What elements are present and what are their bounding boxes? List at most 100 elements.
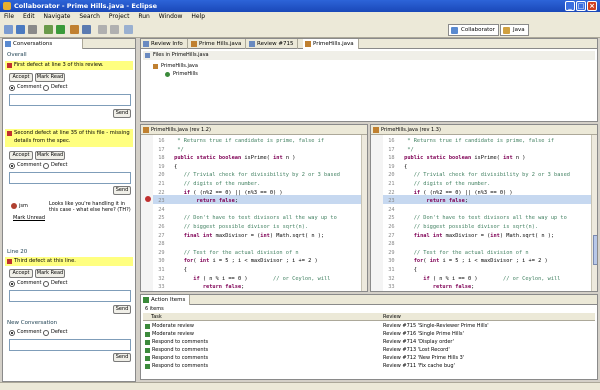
mark-read-button-2[interactable]: Mark Read [35, 151, 65, 160]
files-icon [145, 53, 150, 58]
defect-icon [7, 63, 12, 68]
chat-user: jsm [19, 203, 28, 209]
code-line: 17 */ [155, 146, 184, 153]
send-button-2[interactable]: Send [113, 186, 131, 195]
column-task[interactable]: Task [151, 313, 162, 321]
new-send-button[interactable]: Send [113, 353, 131, 362]
menu-help[interactable]: Help [191, 13, 205, 20]
new-package-icon[interactable] [70, 25, 79, 34]
new-comment-radio[interactable] [9, 330, 15, 336]
perspective-java[interactable]: Java [500, 24, 529, 36]
print-icon[interactable] [28, 25, 37, 34]
new-class-icon[interactable] [82, 25, 91, 34]
bottom-tabbar: Action Items [141, 295, 597, 305]
task-icon [145, 340, 150, 345]
comment-label-3: Comment [17, 280, 42, 286]
tab-review-715[interactable]: Review #715 [247, 39, 299, 49]
menu-file[interactable]: File [4, 13, 14, 20]
table-row[interactable]: Moderate review Review #715 'Single-Revie… [143, 323, 597, 330]
table-row[interactable]: Respond to comments Review #713 'Lost Rec… [143, 347, 597, 354]
comment-radio-3[interactable] [9, 281, 15, 287]
review-cell: Review #713 'Lost Record' [383, 347, 450, 353]
menu-navigate[interactable]: Navigate [44, 13, 71, 20]
old-scrollbar[interactable] [361, 135, 367, 291]
forward-icon[interactable] [110, 25, 119, 34]
code-line: 16 * Returns true if candidate is prime,… [385, 138, 555, 144]
tab-conversations[interactable]: Conversations [3, 39, 83, 49]
code-line: 17 */ [385, 146, 414, 153]
menu-window[interactable]: Window [159, 13, 183, 20]
reply-input-3[interactable] [9, 290, 131, 302]
task-icon [145, 332, 150, 337]
column-review[interactable]: Review [383, 313, 401, 321]
maximize-button[interactable]: □ [576, 1, 586, 11]
search-icon[interactable] [124, 25, 133, 34]
accept-button-2[interactable]: Accept [9, 151, 33, 160]
menu-search[interactable]: Search [79, 13, 100, 20]
mark-read-button-3[interactable]: Mark Read [35, 269, 65, 278]
table-row[interactable]: Respond to comments Review #711 'Fix cach… [143, 363, 597, 370]
title-bar: Collaborator - Prime Hills.java - Eclips… [0, 0, 600, 12]
mark-unread-link[interactable]: Mark Unread [13, 215, 45, 221]
run-icon[interactable] [56, 25, 65, 34]
compare-pane-old: PrimeHills.java (rev 1.2) 16 * Returns t… [140, 124, 368, 292]
code-line: 23 return false; [385, 198, 468, 205]
accept-button-1[interactable]: Accept [9, 73, 33, 82]
new-scrollbar[interactable] [591, 135, 597, 291]
close-button[interactable]: × [587, 1, 597, 11]
status-bar [0, 382, 600, 390]
new-defect-label: Defect [51, 329, 68, 335]
send-button-1[interactable]: Send [113, 109, 131, 118]
table-header: Task Review [143, 313, 595, 321]
tab-prime-hills[interactable]: Prime Hills.java [189, 39, 247, 49]
defect-radio-3[interactable] [43, 281, 49, 287]
code-line: 20 // Trivial check for divisibility by … [155, 172, 340, 179]
task-cell: Respond to comments [152, 339, 209, 345]
task-cell: Respond to comments [152, 363, 209, 369]
menu-run[interactable]: Run [138, 13, 150, 20]
comment-radio-1[interactable] [9, 85, 15, 91]
minimize-button[interactable]: _ [565, 1, 575, 11]
chat-message: Looks like you're handling it in this ca… [49, 201, 131, 213]
send-button-3[interactable]: Send [113, 305, 131, 314]
tab-review-info[interactable]: Review Info [141, 39, 188, 49]
scroll-thumb[interactable] [593, 235, 597, 265]
code-line: 24 [385, 206, 395, 213]
perspective-collaborator[interactable]: Collaborator [448, 24, 499, 36]
tab-action-items[interactable]: Action Items [141, 295, 191, 305]
save-icon[interactable] [16, 25, 25, 34]
menu-project[interactable]: Project [109, 13, 130, 20]
code-line: 18 public static boolean isPrime( int n … [155, 155, 296, 162]
task-icon [145, 364, 150, 369]
table-row[interactable]: Respond to comments Review #714 'Display … [143, 339, 597, 346]
old-code: 16 * Returns true if candidate is prime,… [155, 137, 340, 291]
conversations-icon [5, 41, 11, 47]
new-defect-radio[interactable] [43, 330, 49, 336]
defect-radio-2[interactable] [43, 163, 49, 169]
new-conversation-input[interactable] [9, 339, 131, 351]
defect-marker-icon[interactable] [145, 196, 151, 202]
new-conversation-heading: New Conversation [7, 320, 58, 326]
comment-radio-2[interactable] [9, 163, 15, 169]
mark-read-button-1[interactable]: Mark Read [35, 73, 65, 82]
collaborator-icon [451, 27, 458, 34]
menu-edit[interactable]: Edit [23, 13, 35, 20]
app-icon [3, 2, 11, 10]
debug-icon[interactable] [44, 25, 53, 34]
old-gutter [141, 135, 153, 291]
tree-item-class[interactable]: PrimeHills [165, 71, 198, 77]
new-icon[interactable] [4, 25, 13, 34]
back-icon[interactable] [98, 25, 107, 34]
review-icon [143, 41, 149, 47]
accept-button-3[interactable]: Accept [9, 269, 33, 278]
table-row[interactable]: Moderate review Review #716 'Single Prime… [143, 331, 597, 338]
reply-input-1[interactable] [9, 94, 131, 106]
reply-input-2[interactable] [9, 172, 131, 184]
tab-primehills-java[interactable]: PrimeHills.java [303, 39, 359, 49]
review-editor: Review Info Prime Hills.java Review #715… [140, 38, 598, 122]
new-gutter [371, 135, 383, 291]
tree-item-file[interactable]: PrimeHills.java [153, 63, 198, 69]
table-row[interactable]: Respond to comments Review #712 'New Prim… [143, 355, 597, 362]
defect-radio-1[interactable] [43, 85, 49, 91]
code-line: 28 [155, 241, 165, 248]
